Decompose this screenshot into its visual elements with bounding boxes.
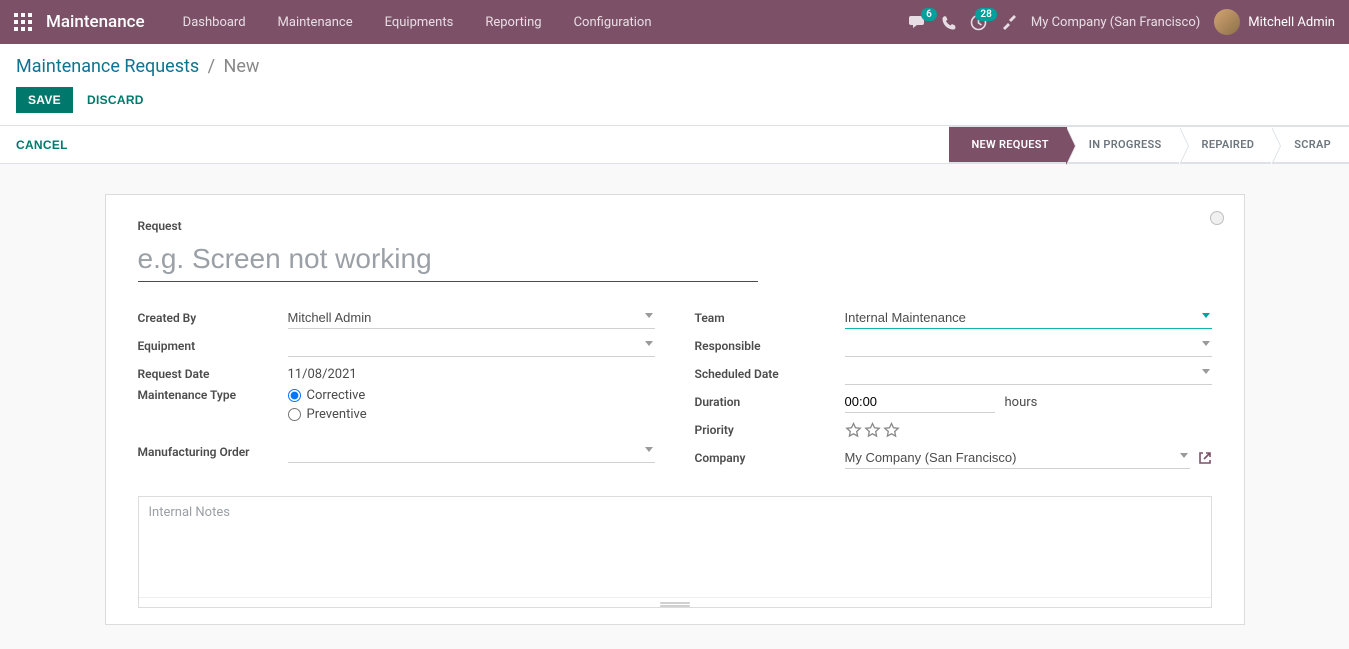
radio-corrective[interactable]	[288, 389, 301, 402]
radio-preventive-label[interactable]: Preventive	[307, 407, 367, 422]
priority-label: Priority	[695, 423, 845, 437]
status-new-request[interactable]: NEW REQUEST	[949, 126, 1066, 163]
radio-preventive[interactable]	[288, 408, 301, 421]
nav-maintenance[interactable]: Maintenance	[264, 7, 367, 38]
phone-icon[interactable]	[941, 15, 956, 30]
equipment-input[interactable]	[288, 335, 655, 357]
manufacturing-order-label: Manufacturing Order	[138, 445, 288, 459]
scheduled-date-label: Scheduled Date	[695, 367, 845, 381]
tools-icon[interactable]	[1001, 14, 1017, 30]
breadcrumb: Maintenance Requests / New	[16, 56, 1333, 77]
form-sheet: Request Created By Equipment	[105, 194, 1245, 625]
activities-icon[interactable]: 28	[970, 14, 987, 31]
messages-icon[interactable]: 6	[909, 14, 927, 30]
team-label: Team	[695, 311, 845, 325]
save-button[interactable]: SAVE	[16, 87, 73, 113]
internal-notes-input[interactable]	[139, 497, 1211, 593]
cancel-button[interactable]: CANCEL	[16, 138, 68, 152]
control-panel: Maintenance Requests / New SAVE DISCARD	[0, 44, 1349, 126]
request-date-label: Request Date	[138, 367, 288, 381]
nav-menu: Dashboard Maintenance Equipments Reporti…	[169, 7, 666, 38]
duration-input[interactable]	[845, 391, 995, 413]
maintenance-type-label: Maintenance Type	[138, 388, 288, 402]
created-by-label: Created By	[138, 311, 288, 325]
breadcrumb-parent[interactable]: Maintenance Requests	[16, 56, 199, 77]
responsible-label: Responsible	[695, 339, 845, 353]
status-row: CANCEL NEW REQUEST IN PROGRESS REPAIRED …	[0, 126, 1349, 164]
status-scrap[interactable]: SCRAP	[1272, 126, 1349, 163]
status-repaired[interactable]: REPAIRED	[1180, 126, 1273, 163]
top-navbar: Maintenance Dashboard Maintenance Equipm…	[0, 0, 1349, 44]
messages-badge: 6	[921, 8, 937, 21]
scheduled-date-input[interactable]	[845, 363, 1212, 385]
internal-notes-box	[138, 496, 1212, 608]
priority-stars	[845, 422, 1212, 439]
radio-corrective-label[interactable]: Corrective	[307, 388, 366, 403]
nav-equipments[interactable]: Equipments	[371, 7, 468, 38]
company-input[interactable]	[845, 447, 1190, 469]
manufacturing-order-input[interactable]	[288, 441, 655, 463]
breadcrumb-current: New	[224, 56, 260, 77]
nav-reporting[interactable]: Reporting	[471, 7, 555, 38]
star-icon[interactable]	[883, 422, 900, 439]
discard-button[interactable]: DISCARD	[83, 87, 148, 113]
request-input[interactable]	[138, 239, 758, 282]
star-icon[interactable]	[845, 422, 862, 439]
avatar	[1214, 9, 1240, 35]
equipment-label: Equipment	[138, 339, 288, 353]
user-menu[interactable]: Mitchell Admin	[1214, 9, 1335, 35]
brand-title: Maintenance	[46, 12, 145, 32]
company-switcher[interactable]: My Company (San Francisco)	[1031, 15, 1200, 30]
request-label: Request	[138, 219, 1212, 233]
statusbar: NEW REQUEST IN PROGRESS REPAIRED SCRAP	[949, 126, 1349, 163]
team-input[interactable]	[845, 307, 1212, 329]
status-in-progress[interactable]: IN PROGRESS	[1067, 126, 1180, 163]
user-name: Mitchell Admin	[1248, 15, 1335, 30]
nav-configuration[interactable]: Configuration	[560, 7, 666, 38]
nav-dashboard[interactable]: Dashboard	[169, 7, 260, 38]
duration-unit: hours	[1005, 395, 1038, 410]
request-date-value: 11/08/2021	[288, 367, 357, 382]
created-by-input[interactable]	[288, 307, 655, 329]
external-link-icon[interactable]	[1198, 451, 1212, 465]
apps-icon[interactable]	[14, 13, 32, 31]
company-label: Company	[695, 451, 845, 465]
duration-label: Duration	[695, 395, 845, 409]
kanban-state-icon[interactable]	[1210, 211, 1224, 225]
star-icon[interactable]	[864, 422, 881, 439]
activities-badge: 28	[975, 8, 996, 21]
responsible-input[interactable]	[845, 335, 1212, 357]
resize-handle-icon[interactable]	[139, 597, 1211, 607]
